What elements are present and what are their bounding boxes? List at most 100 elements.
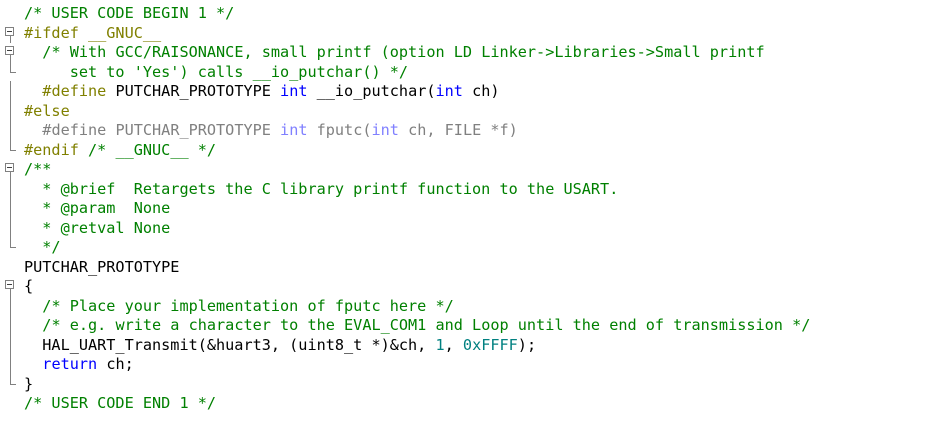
code-line[interactable]: return ch; xyxy=(0,354,948,374)
code-token: HAL_UART_Transmit(&huart3, (uint8_t *)&c… xyxy=(24,335,436,354)
code-line[interactable]: HAL_UART_Transmit(&huart3, (uint8_t *)&c… xyxy=(0,334,948,355)
code-line[interactable]: * @brief Retargets the C library printf … xyxy=(0,178,948,199)
code-text: /* Place your implementation of fputc he… xyxy=(24,296,454,316)
code-text: return ch; xyxy=(24,354,134,374)
code-token: return xyxy=(42,355,98,373)
code-line[interactable]: { xyxy=(0,276,948,296)
code-line[interactable]: /* With GCC/RAISONANCE, small printf (op… xyxy=(0,42,948,62)
fold-collapse-icon[interactable] xyxy=(3,42,17,62)
code-text: /* USER CODE END 1 */ xyxy=(24,393,216,413)
code-token: /* USER CODE END 1 */ xyxy=(24,394,217,412)
code-text: #endif /* __GNUC__ */ xyxy=(24,140,216,160)
code-text: /* With GCC/RAISONANCE, small printf (op… xyxy=(24,42,765,62)
fold-end-marker xyxy=(3,373,17,394)
code-token: ch) xyxy=(462,82,500,100)
code-line[interactable]: #endif /* __GNUC__ */ xyxy=(0,139,948,160)
code-token: ch, FILE *f) xyxy=(398,121,518,139)
code-token: #ifdef __GNUC__ xyxy=(24,23,162,42)
code-line[interactable]: */ xyxy=(0,237,948,257)
code-text: #else xyxy=(24,101,70,121)
code-token: ); xyxy=(517,335,537,354)
code-line[interactable]: PUTCHAR_PROTOTYPE xyxy=(0,257,948,277)
code-text: { xyxy=(24,276,33,296)
code-token: PUTCHAR_PROTOTYPE xyxy=(106,82,281,100)
code-token: 0xFFFF xyxy=(462,335,518,354)
code-line[interactable]: /* USER CODE BEGIN 1 */ xyxy=(0,3,948,23)
code-token: #else xyxy=(24,101,70,120)
code-token: #define xyxy=(42,121,107,139)
code-line[interactable]: * @param None xyxy=(0,198,948,218)
code-text: /* e.g. write a character to the EVAL_CO… xyxy=(24,315,810,335)
fold-end-marker xyxy=(3,61,17,82)
code-token: , xyxy=(444,335,463,354)
code-token: #define xyxy=(42,82,107,100)
code-line[interactable]: #define PUTCHAR_PROTOTYPE int fputc(int … xyxy=(0,120,948,140)
code-token: __io_putchar( xyxy=(307,82,436,100)
code-text: /** xyxy=(24,159,51,179)
code-token: /** xyxy=(24,160,52,178)
fold-gutter-empty xyxy=(3,3,17,23)
code-text: #define PUTCHAR_PROTOTYPE int __io_putch… xyxy=(24,81,500,101)
code-token: /* e.g. write a character to the EVAL_CO… xyxy=(42,316,811,334)
code-token: * @param None xyxy=(24,199,171,217)
code-token: 1 xyxy=(435,335,445,354)
code-line[interactable]: set to 'Yes') calls __io_putchar() */ xyxy=(0,61,948,82)
code-text: HAL_UART_Transmit(&huart3, (uint8_t *)&c… xyxy=(24,335,536,355)
code-token: * @retval None xyxy=(24,218,171,237)
code-token: /* USER CODE BEGIN 1 */ xyxy=(24,4,235,22)
code-token: int xyxy=(280,82,308,100)
fold-guide-line xyxy=(3,198,17,218)
code-token: /* Place your implementation of fputc he… xyxy=(42,296,454,315)
fold-guide-line xyxy=(3,354,17,374)
fold-gutter-empty xyxy=(3,393,17,413)
fold-guide-line xyxy=(3,178,17,199)
code-token: #endif xyxy=(24,140,79,159)
fold-collapse-icon[interactable] xyxy=(3,276,17,296)
code-token: * @brief Retargets the C library printf … xyxy=(24,179,619,198)
code-line[interactable]: #else xyxy=(0,100,948,121)
fold-guide-line xyxy=(3,100,17,121)
code-token: int xyxy=(435,82,463,100)
code-line[interactable]: } xyxy=(0,373,948,394)
code-editor[interactable]: /* USER CODE BEGIN 1 */#ifdef __GNUC__ /… xyxy=(0,0,948,421)
code-line[interactable]: /* e.g. write a character to the EVAL_CO… xyxy=(0,315,948,335)
fold-guide-line xyxy=(3,217,17,238)
code-line[interactable]: * @retval None xyxy=(0,217,948,238)
code-line[interactable]: /** xyxy=(0,159,948,179)
fold-collapse-icon[interactable] xyxy=(3,159,17,179)
code-token: /* With GCC/RAISONANCE, small printf (op… xyxy=(42,43,765,61)
fold-end-marker xyxy=(3,139,17,160)
fold-gutter-empty xyxy=(3,257,17,277)
code-line[interactable]: /* USER CODE END 1 */ xyxy=(0,393,948,413)
code-token: PUTCHAR_PROTOTYPE xyxy=(24,257,180,276)
code-text: * @brief Retargets the C library printf … xyxy=(24,179,618,199)
code-token: int xyxy=(371,121,399,139)
code-text: PUTCHAR_PROTOTYPE xyxy=(24,257,179,277)
code-token: PUTCHAR_PROTOTYPE xyxy=(106,121,281,139)
code-token: */ xyxy=(24,238,61,256)
code-line[interactable]: /* Place your implementation of fputc he… xyxy=(0,295,948,316)
code-text: */ xyxy=(24,237,61,257)
code-token: } xyxy=(24,374,34,393)
fold-guide-line xyxy=(3,334,17,355)
code-text: #define PUTCHAR_PROTOTYPE int fputc(int … xyxy=(24,120,518,140)
fold-collapse-icon[interactable] xyxy=(3,23,17,43)
code-line[interactable]: #define PUTCHAR_PROTOTYPE int __io_putch… xyxy=(0,81,948,101)
code-token: { xyxy=(24,277,34,295)
code-token: ch; xyxy=(97,355,134,373)
code-token: int xyxy=(280,121,308,139)
code-text: set to 'Yes') calls __io_putchar() */ xyxy=(24,62,408,82)
fold-guide-line xyxy=(3,120,17,140)
code-text: /* USER CODE BEGIN 1 */ xyxy=(24,3,234,23)
code-text: } xyxy=(24,374,33,394)
code-token: /* __GNUC__ */ xyxy=(88,140,217,159)
code-line[interactable]: #ifdef __GNUC__ xyxy=(0,23,948,43)
fold-guide-line xyxy=(3,295,17,316)
